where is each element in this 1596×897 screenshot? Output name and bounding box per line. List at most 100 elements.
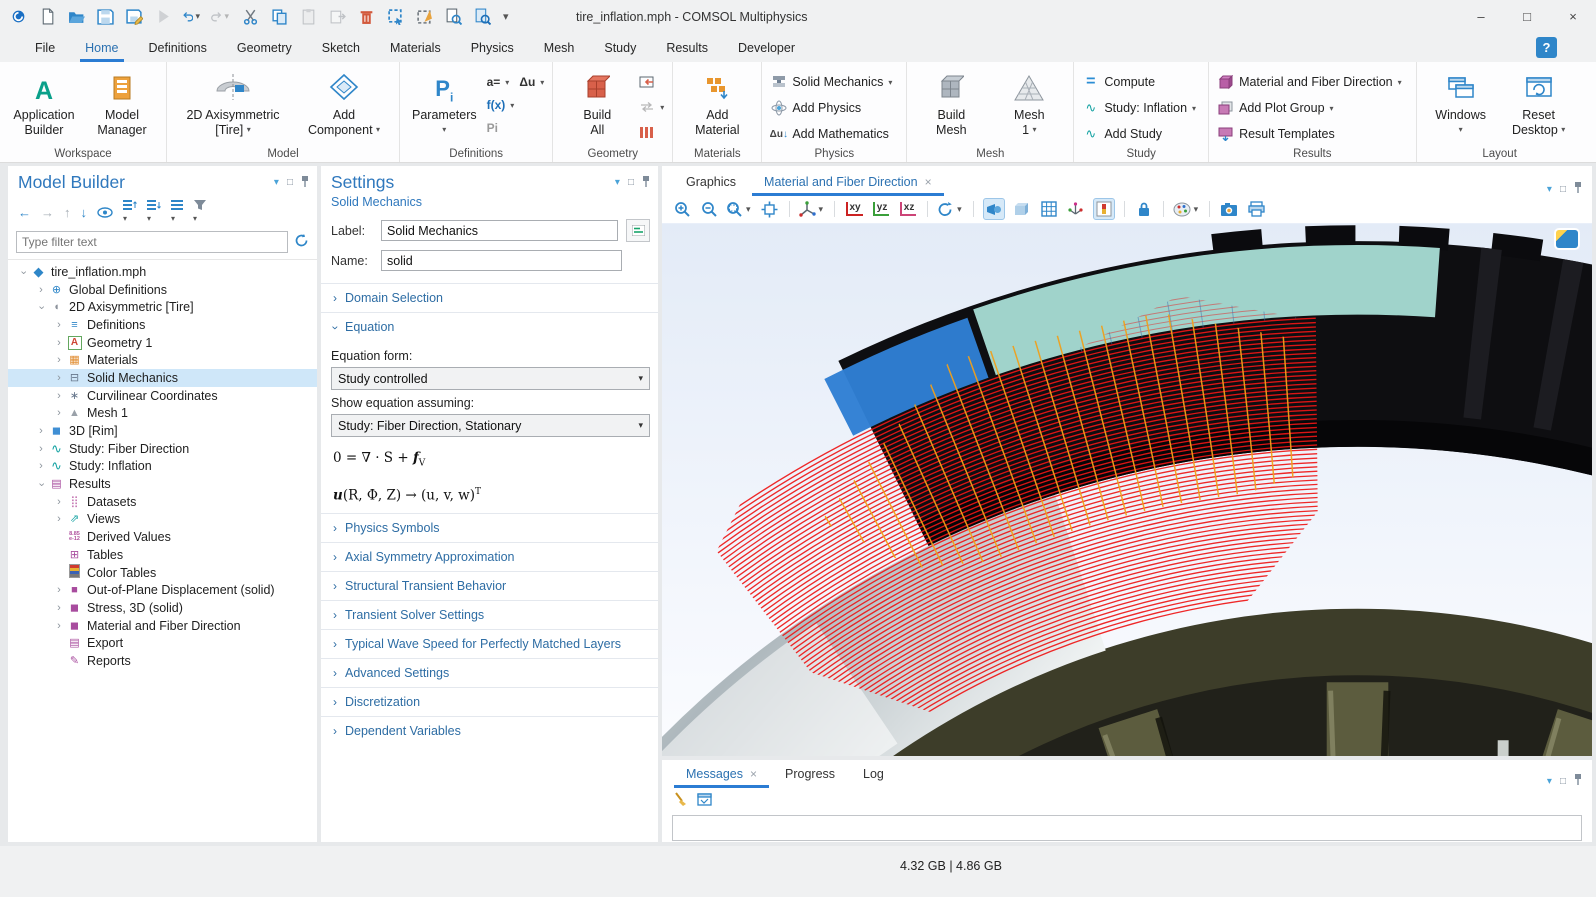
- panel-menu-icon[interactable]: ▾: [274, 177, 279, 188]
- message-settings-icon[interactable]: [697, 793, 712, 809]
- chevron-down-icon[interactable]: ›: [18, 265, 30, 279]
- chevron-right-icon[interactable]: ›: [52, 584, 66, 596]
- show-equation-select[interactable]: Study: Fiber Direction, Stationary▾: [331, 414, 650, 437]
- tree-item-2d-axisymmetric-tire[interactable]: ›◖2D Axisymmetric [Tire]: [8, 298, 317, 316]
- tree-item-study-inflation[interactable]: ›∿Study: Inflation: [8, 458, 317, 476]
- insert-sequence-icon[interactable]: [639, 72, 664, 92]
- open-file-icon[interactable]: [66, 7, 86, 27]
- pin-icon[interactable]: [301, 176, 309, 190]
- variables-button[interactable]: a=▾: [487, 72, 510, 92]
- pin-icon[interactable]: [1574, 182, 1582, 196]
- tree-item-solid-mechanics[interactable]: ›⊟Solid Mechanics: [8, 369, 317, 387]
- tree-item-tables[interactable]: ›⊞Tables: [8, 546, 317, 564]
- tree-item-out-of-plane-displacement-solid[interactable]: ›■Out-of-Plane Displacement (solid): [8, 581, 317, 599]
- transparency-icon[interactable]: [1012, 199, 1032, 219]
- chevron-right-icon[interactable]: ›: [52, 407, 66, 419]
- copy-icon[interactable]: [269, 7, 289, 27]
- material-fiber-direction-button[interactable]: Material and Fiber Direction▾: [1217, 72, 1402, 92]
- move-up-icon[interactable]: ↑: [64, 205, 71, 220]
- minimize-button[interactable]: –: [1458, 0, 1504, 33]
- default-view-icon[interactable]: ▾: [799, 199, 826, 219]
- zoom-in-icon[interactable]: [672, 199, 692, 219]
- panel-menu-icon[interactable]: ▾: [1547, 776, 1552, 787]
- build-all-geometry-button[interactable]: BuildAll: [561, 68, 633, 137]
- name-field[interactable]: [381, 250, 622, 271]
- deselect-box-icon[interactable]: [414, 7, 434, 27]
- tree-item-3d-rim[interactable]: ›◼3D [Rim]: [8, 422, 317, 440]
- close-button[interactable]: ×: [1550, 0, 1596, 33]
- duplicate-icon[interactable]: [327, 7, 347, 27]
- tab-progress[interactable]: Progress: [773, 762, 847, 788]
- view-xz-icon[interactable]: xz: [898, 199, 918, 219]
- section-discretization[interactable]: ›Discretization: [321, 688, 658, 716]
- menu-tab-materials[interactable]: Materials: [375, 33, 456, 62]
- application-builder-button[interactable]: A ApplicationBuilder: [8, 68, 80, 137]
- chevron-right-icon[interactable]: ›: [52, 513, 66, 525]
- new-file-icon[interactable]: [37, 7, 57, 27]
- float-icon[interactable]: □: [287, 177, 293, 188]
- axisymmetric-button[interactable]: 2D Axisymmetric[Tire] ▾: [175, 68, 291, 137]
- menu-tab-geometry[interactable]: Geometry: [222, 33, 307, 62]
- section-structural-transient-behavior[interactable]: ›Structural Transient Behavior: [321, 572, 658, 600]
- add-component-button[interactable]: AddComponent ▾: [297, 68, 391, 137]
- solid-mechanics-ribbon-button[interactable]: Solid Mechanics▾: [770, 72, 892, 92]
- float-icon[interactable]: □: [628, 177, 634, 188]
- rotate-view-icon[interactable]: ▾: [937, 199, 964, 219]
- menu-tab-definitions[interactable]: Definitions: [134, 33, 222, 62]
- chevron-right-icon[interactable]: ›: [52, 620, 66, 632]
- close-tab-icon[interactable]: ×: [750, 767, 757, 781]
- menu-tab-file[interactable]: File: [20, 33, 70, 62]
- float-icon[interactable]: □: [1560, 776, 1566, 787]
- tree-item-color-tables[interactable]: ›Color Tables: [8, 564, 317, 582]
- chevron-right-icon[interactable]: ›: [34, 443, 48, 455]
- tree-item-study-fiber-direction[interactable]: ›∿Study: Fiber Direction: [8, 440, 317, 458]
- tree-item-derived-values[interactable]: ›8.85e-12Derived Values: [8, 528, 317, 546]
- snapshot-icon[interactable]: [1219, 199, 1239, 219]
- graphics-canvas[interactable]: [662, 222, 1592, 756]
- section-advanced-settings[interactable]: ›Advanced Settings: [321, 659, 658, 687]
- rebuild-icon[interactable]: ▾: [639, 97, 664, 117]
- expand-all-icon[interactable]: ▾: [123, 199, 137, 226]
- search-icon[interactable]: [472, 7, 492, 27]
- scene-appearance-icon[interactable]: ▾: [1173, 199, 1201, 219]
- menu-tab-results[interactable]: Results: [651, 33, 723, 62]
- add-study-button[interactable]: ∿ Add Study: [1082, 124, 1196, 144]
- zoom-selected-icon[interactable]: [443, 7, 463, 27]
- comsol-logo-icon[interactable]: [8, 7, 28, 27]
- nonlocal-couplings-button[interactable]: Δu▾: [519, 72, 544, 92]
- add-mathematics-button[interactable]: Δu↓ Add Mathematics: [770, 124, 892, 144]
- section-axial-symmetry-approximation[interactable]: ›Axial Symmetry Approximation: [321, 543, 658, 571]
- label-field[interactable]: [381, 220, 618, 241]
- chevron-down-icon[interactable]: ›: [36, 301, 48, 315]
- tree-item-curvilinear-coordinates[interactable]: ›∗Curvilinear Coordinates: [8, 387, 317, 405]
- forward-icon[interactable]: →: [41, 205, 54, 220]
- chevron-right-icon[interactable]: ›: [52, 372, 66, 384]
- menu-tab-study[interactable]: Study: [589, 33, 651, 62]
- compute-button[interactable]: = Compute: [1082, 72, 1196, 92]
- zoom-box-icon[interactable]: ▾: [726, 199, 753, 219]
- tree-item-material-and-fiber-direction[interactable]: ›◼Material and Fiber Direction: [8, 617, 317, 635]
- section-domain-selection[interactable]: › Domain Selection: [321, 284, 658, 312]
- toolbar-overflow-icon[interactable]: ▾: [501, 10, 511, 23]
- collapse-all-icon[interactable]: ▾: [147, 199, 161, 226]
- model-manager-button[interactable]: ModelManager: [86, 68, 158, 137]
- save-icon[interactable]: [95, 7, 115, 27]
- clear-messages-icon[interactable]: [674, 792, 688, 810]
- tree-item-views[interactable]: ›⇗Views: [8, 511, 317, 529]
- plot-thumbnail-button[interactable]: [1556, 230, 1578, 248]
- print-icon[interactable]: [1246, 199, 1266, 219]
- back-icon[interactable]: ←: [18, 205, 31, 220]
- section-dependent-variables[interactable]: ›Dependent Variables: [321, 717, 658, 745]
- chevron-right-icon[interactable]: ›: [52, 354, 66, 366]
- refresh-icon[interactable]: [294, 233, 309, 251]
- menu-tab-developer[interactable]: Developer: [723, 33, 810, 62]
- tab-material-and-fiber-direction[interactable]: Material and Fiber Direction×: [752, 170, 944, 196]
- windows-button[interactable]: Windows▾: [1425, 68, 1497, 137]
- tree-item-stress-3d-solid[interactable]: ›◼Stress, 3D (solid): [8, 599, 317, 617]
- tree-item-reports[interactable]: ›✎Reports: [8, 652, 317, 670]
- tab-messages[interactable]: Messages×: [674, 762, 769, 788]
- close-tab-icon[interactable]: ×: [925, 175, 932, 189]
- view-xy-icon[interactable]: xy: [844, 199, 864, 219]
- chevron-right-icon[interactable]: ›: [52, 390, 66, 402]
- reset-desktop-button[interactable]: ResetDesktop ▾: [1503, 68, 1575, 137]
